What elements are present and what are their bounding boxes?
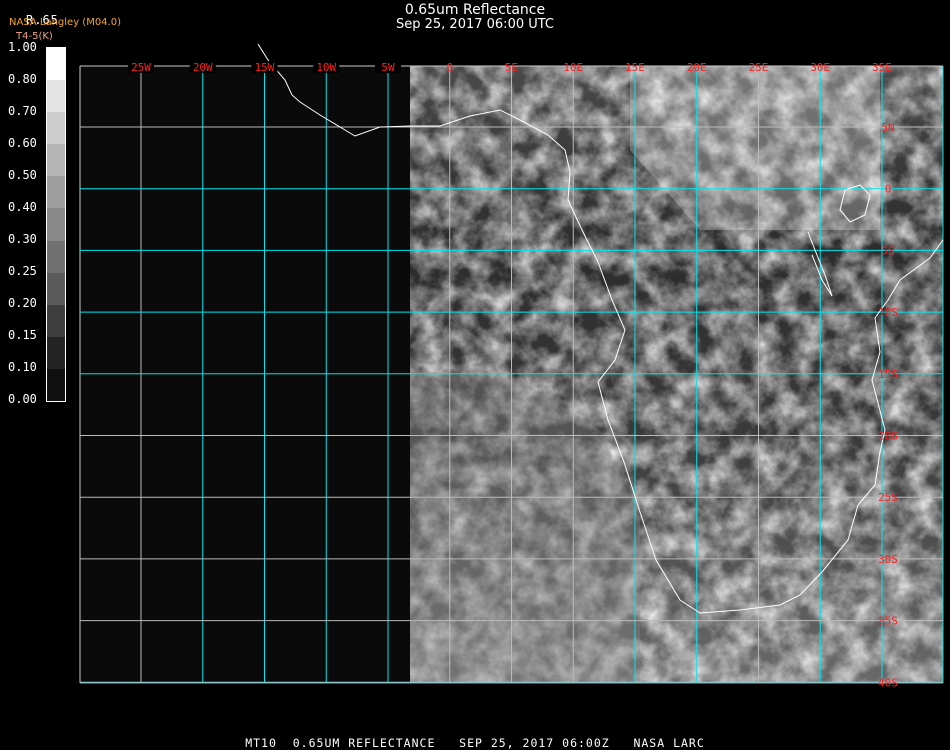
longitude-label: 0 [446,61,453,74]
latitude-label: 20S [878,430,898,443]
latitude-label: 30S [878,553,898,566]
footer-caption: MT10 0.65UM REFLECTANCE SEP 25, 2017 06:… [245,736,705,750]
latitude-label: 0 [885,183,892,196]
latitude-label: 10S [878,306,898,319]
longitude-label: 5W [381,61,395,74]
latitude-label: 15S [878,368,898,381]
longitude-label: 20W [193,61,213,74]
latitude-label: 25S [878,491,898,504]
latitude-label: 35S [878,615,898,628]
longitude-label: 15E [625,61,645,74]
longitude-label: 10W [316,61,336,74]
longitude-label: 25W [131,61,151,74]
latitude-label: 40S [878,676,898,689]
longitude-label: 30E [810,61,830,74]
latitude-label: 5N [881,121,894,134]
longitude-label: 10E [563,61,583,74]
latitude-label: 5S [881,244,894,257]
longitude-label: 35E [872,61,892,74]
longitude-label: 5E [505,61,518,74]
longitude-label: 25E [749,61,769,74]
satellite-map: 25W 20W 15W 10W 5W 0 5E 10E 15E 20E 25E 30E 35E 5N 0 5S… [79,43,944,689]
longitude-label: 20E [687,61,707,74]
longitude-label: 15W [255,61,275,74]
